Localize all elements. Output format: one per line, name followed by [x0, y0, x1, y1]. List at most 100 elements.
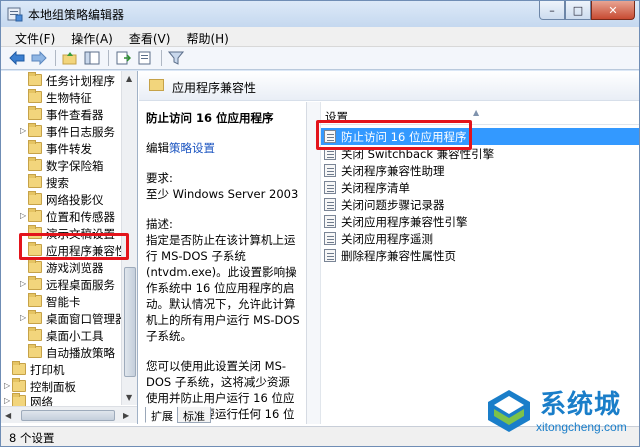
- setting-row-prevent-16bit[interactable]: 防止访问 16 位应用程序: [321, 128, 639, 145]
- tree-expand-arrow[interactable]: [20, 348, 28, 356]
- setting-row[interactable]: 关闭应用程序兼容性引擎: [321, 213, 639, 230]
- tree-item[interactable]: ▷ 位置和传感器: [1, 208, 121, 225]
- back-button[interactable]: [7, 49, 27, 67]
- folder-icon: [28, 310, 42, 324]
- tree-expand-arrow[interactable]: [20, 229, 28, 237]
- setting-row[interactable]: 关闭应用程序遥测: [321, 230, 639, 247]
- folder-icon: [28, 157, 42, 171]
- menu-file[interactable]: 文件(F): [7, 27, 63, 46]
- menu-view[interactable]: 查看(V): [121, 27, 179, 46]
- policy-setting-icon: [324, 232, 336, 245]
- tree-item[interactable]: 事件转发: [1, 140, 121, 157]
- tree-item-label: 自动播放策略: [46, 346, 115, 360]
- tree-item[interactable]: 网络投影仪: [1, 191, 121, 208]
- scroll-right-icon[interactable]: ▶: [123, 411, 129, 420]
- tree-item-app-compat[interactable]: 应用程序兼容性: [1, 242, 127, 259]
- folder-icon: [28, 140, 42, 154]
- setting-row[interactable]: 关闭程序兼容性助理: [321, 162, 639, 179]
- show-hide-tree-button[interactable]: [82, 49, 102, 67]
- menu-action[interactable]: 操作(A): [63, 27, 121, 46]
- tree-item-label: 智能卡: [46, 295, 81, 309]
- toolbar-separator: [108, 50, 109, 66]
- description-panel: 防止访问 16 位应用程序 编辑策略设置 要求: 至少 Windows Serv…: [139, 102, 305, 424]
- edit-policy-link[interactable]: 策略设置: [169, 141, 215, 155]
- tree-item[interactable]: ▷ 远程桌面服务: [1, 276, 121, 293]
- tree-expand-arrow[interactable]: [20, 195, 28, 203]
- maximize-button[interactable]: □: [565, 1, 591, 20]
- folder-icon: [28, 191, 42, 205]
- column-header-label: 设置: [325, 110, 348, 124]
- tree-expand-arrow[interactable]: [20, 178, 28, 186]
- tree-expand-arrow[interactable]: ▷: [20, 280, 28, 288]
- tree-expand-arrow[interactable]: ▷: [4, 382, 12, 390]
- folder-icon: [28, 89, 42, 103]
- tree-item-label: 搜索: [46, 176, 69, 190]
- tree-expand-arrow[interactable]: [20, 297, 28, 305]
- scroll-up-icon[interactable]: ▲: [126, 74, 132, 83]
- tree-item[interactable]: 智能卡: [1, 293, 121, 310]
- tab-extended[interactable]: 扩展: [145, 407, 179, 423]
- properties-button[interactable]: [135, 49, 155, 67]
- properties-icon: [138, 51, 151, 65]
- forward-button[interactable]: [29, 49, 49, 67]
- setting-row[interactable]: 删除程序兼容性属性页: [321, 247, 639, 264]
- policy-setting-icon: [324, 147, 336, 160]
- scroll-left-icon[interactable]: ◀: [5, 411, 11, 420]
- tree-item[interactable]: 游戏浏览器: [1, 259, 121, 276]
- tree-item[interactable]: 演示文稿设置: [1, 225, 121, 242]
- tree-item[interactable]: 桌面小工具: [1, 327, 121, 344]
- forward-arrow-icon: [31, 51, 47, 65]
- tree-item[interactable]: 搜索: [1, 174, 121, 191]
- tree-expand-arrow[interactable]: [20, 93, 28, 101]
- tree-expand-arrow[interactable]: ▷: [4, 397, 12, 405]
- scroll-down-icon[interactable]: ▼: [126, 393, 132, 402]
- policy-setting-icon: [324, 215, 336, 228]
- tab-standard[interactable]: 标准: [177, 407, 211, 423]
- tree-expand-arrow[interactable]: [20, 246, 28, 254]
- menu-help[interactable]: 帮助(H): [178, 27, 236, 46]
- tree-horizontal-scroll-thumb[interactable]: [21, 410, 115, 421]
- policy-setting-icon: [324, 164, 336, 177]
- folder-icon: [149, 79, 164, 91]
- minimize-button[interactable]: –: [539, 1, 565, 20]
- title-bar[interactable]: 本地组策略编辑器 – □ ✕: [1, 1, 639, 27]
- close-button[interactable]: ✕: [591, 1, 635, 20]
- tree-vertical-scroll-thumb[interactable]: [124, 267, 136, 377]
- setting-label: 关闭 Switchback 兼容性引擎: [341, 147, 495, 161]
- tree-horizontal-scrollbar[interactable]: ◀ ▶: [1, 406, 137, 423]
- tree-item[interactable]: ▷ 事件日志服务: [1, 123, 121, 140]
- tree-expand-arrow[interactable]: [20, 110, 28, 118]
- setting-label: 删除程序兼容性属性页: [341, 249, 456, 263]
- setting-label: 关闭程序清单: [341, 181, 410, 195]
- tree-item[interactable]: 任务计划程序: [1, 72, 121, 89]
- policy-setting-icon: [324, 181, 336, 194]
- tree-expand-arrow[interactable]: ▷: [20, 212, 28, 220]
- setting-row[interactable]: 关闭 Switchback 兼容性引擎: [321, 145, 639, 162]
- tree-expand-arrow[interactable]: [20, 161, 28, 169]
- up-folder-button[interactable]: [60, 49, 80, 67]
- tree-expand-arrow[interactable]: [20, 76, 28, 84]
- tree-expand-arrow[interactable]: ▷: [20, 127, 28, 135]
- caption-buttons: – □ ✕: [539, 1, 635, 21]
- export-list-button[interactable]: [113, 49, 133, 67]
- tree-expand-arrow[interactable]: [20, 263, 28, 271]
- tree-expand-arrow[interactable]: [20, 331, 28, 339]
- tree-item[interactable]: 数字保险箱: [1, 157, 121, 174]
- setting-row[interactable]: 关闭程序清单: [321, 179, 639, 196]
- sort-ascending-icon: ▲: [473, 108, 480, 117]
- tree-item[interactable]: 自动播放策略: [1, 344, 121, 361]
- tree-item[interactable]: 生物特征: [1, 89, 121, 106]
- tree-item[interactable]: ▷ 桌面窗口管理器: [1, 310, 127, 327]
- folder-icon: [28, 276, 42, 290]
- tree-expand-arrow[interactable]: [4, 365, 12, 373]
- tree-item[interactable]: 打印机: [1, 361, 121, 378]
- tree-expand-arrow[interactable]: [20, 144, 28, 152]
- tree-vertical-scrollbar[interactable]: ▲ ▼: [121, 71, 137, 405]
- column-header-setting[interactable]: ▲ 设置: [321, 106, 639, 125]
- setting-row[interactable]: 关闭问题步骤记录器: [321, 196, 639, 213]
- filter-button[interactable]: [166, 49, 186, 67]
- tree-expand-arrow[interactable]: ▷: [20, 314, 28, 322]
- folder-icon: [28, 344, 42, 358]
- tree-item[interactable]: 事件查看器: [1, 106, 121, 123]
- folder-icon: [28, 123, 42, 137]
